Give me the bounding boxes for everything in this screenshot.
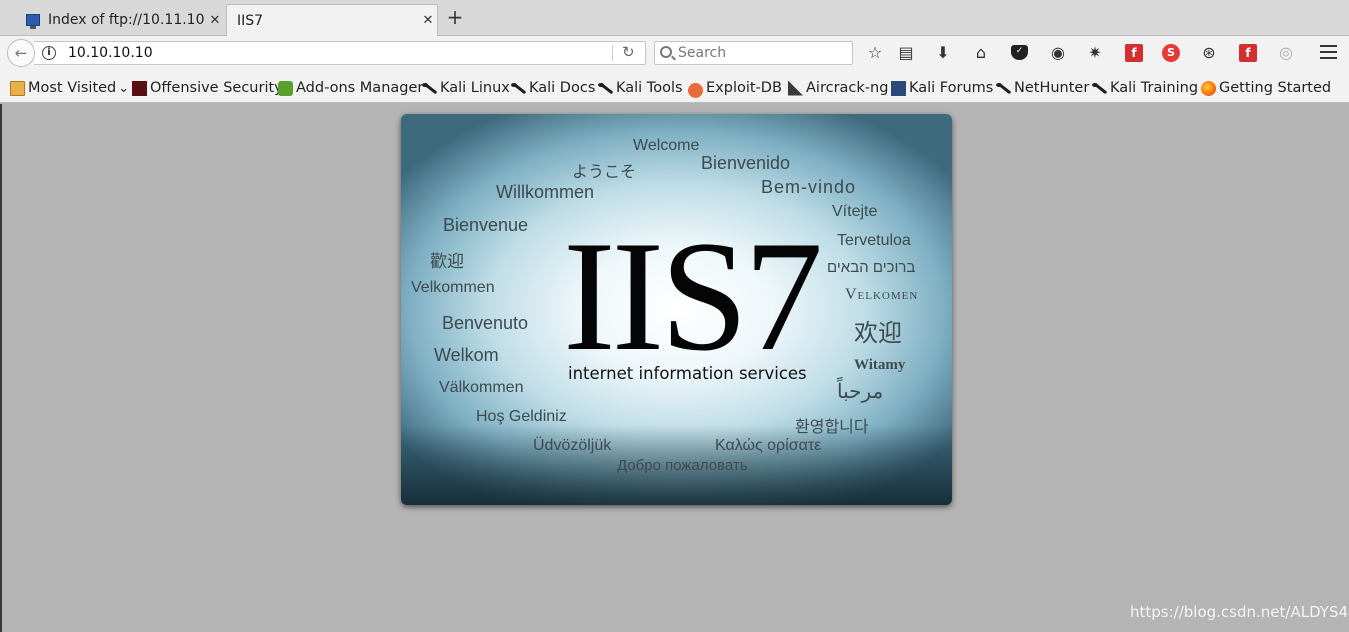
url-text[interactable]: 10.10.10.10 — [68, 45, 153, 61]
bookmark-label: Kali Forums — [909, 80, 994, 96]
close-icon[interactable]: ✕ — [419, 13, 437, 28]
bookmark-label: Add-ons Manager — [296, 80, 424, 96]
tab-label: IIS7 — [237, 12, 264, 29]
flash-icon[interactable]: f — [1125, 44, 1143, 62]
greeting: Willkommen — [496, 182, 595, 202]
bookmark-kali-linux[interactable]: Kali Linux — [422, 78, 510, 98]
pocket-icon[interactable]: ✓ — [1011, 45, 1028, 60]
bookmark-label: Kali Docs — [529, 80, 596, 96]
bookmark-nethunter[interactable]: NetHunter — [996, 78, 1089, 98]
tab-ftp-index[interactable]: Index of ftp://10.11.10... ✕ — [14, 4, 224, 36]
tab-strip: Index of ftp://10.11.10... ✕ IIS7 ✕ + — [0, 0, 1349, 36]
greeting: Bem-vindo — [761, 177, 857, 197]
greeting: Üdvözöljük — [533, 437, 612, 454]
window-edge — [0, 104, 2, 632]
greeting: Vítejte — [832, 203, 878, 220]
bookmark-kali-docs[interactable]: Kali Docs — [511, 78, 595, 98]
bookmark-addons-manager[interactable]: Add-ons Manager — [278, 78, 423, 98]
aircrack-icon — [788, 80, 803, 96]
bookmark-kali-forums[interactable]: Kali Forums — [891, 78, 993, 98]
download-icon[interactable]: ⬇ — [933, 43, 953, 63]
exploit-db-icon — [688, 82, 703, 98]
kali-dragon-icon — [598, 81, 613, 96]
bookmark-label: Aircrack-ng — [806, 80, 889, 96]
back-button[interactable]: ← — [7, 39, 35, 67]
close-icon[interactable]: ✕ — [206, 13, 224, 28]
home-icon[interactable]: ⌂ — [971, 43, 991, 63]
offsec-icon — [132, 80, 147, 96]
puzzle-icon — [278, 80, 293, 96]
bookmark-kali-training[interactable]: Kali Training — [1092, 78, 1198, 98]
bookmarks-toolbar: Most Visited ⌄ Offensive Security Add-on… — [0, 70, 1349, 103]
bookmark-label: Offensive Security — [150, 80, 283, 96]
new-tab-button[interactable]: + — [446, 6, 464, 28]
greeting: Velkommen — [411, 279, 495, 296]
bookmark-label: Kali Linux — [440, 80, 510, 96]
greeting: 歡迎 — [430, 252, 464, 271]
shockwave-icon[interactable]: S — [1162, 44, 1180, 62]
bug-icon[interactable]: ✷ — [1085, 43, 1105, 63]
search-icon — [660, 46, 672, 58]
greeting: Witamy — [854, 357, 906, 373]
bookmark-most-visited[interactable]: Most Visited ⌄ — [10, 78, 129, 98]
bookmark-label: NetHunter — [1014, 80, 1090, 96]
globe-icon[interactable]: ◉ — [1048, 43, 1068, 63]
bookmark-exploit-db[interactable]: Exploit-DB — [688, 78, 782, 98]
bookmark-label: Kali Training — [1110, 80, 1199, 96]
navigation-toolbar: i 10.10.10.10 ↻ ← Search ☆ ▤ ⬇ ⌂ ✓ ◉ ✷ f… — [0, 36, 1349, 70]
reading-list-icon[interactable]: ▤ — [896, 43, 916, 63]
greeting: ようこそ — [572, 164, 637, 181]
bookmark-offensive-security[interactable]: Offensive Security — [132, 78, 283, 98]
bookmark-aircrack-ng[interactable]: Aircrack-ng — [788, 78, 888, 98]
greeting: ברוכים הבאים — [827, 259, 916, 276]
addon-icon[interactable]: ◎ — [1276, 43, 1296, 63]
folder-icon — [10, 80, 25, 96]
greeting: Välkommen — [439, 379, 524, 396]
forums-icon — [891, 80, 906, 96]
tab-label: Index of ftp://10.11.10... — [48, 12, 206, 28]
flash-icon[interactable]: f — [1239, 44, 1257, 62]
firefox-icon — [1201, 80, 1216, 96]
spider-web-icon[interactable]: ⊛ — [1199, 43, 1219, 63]
bookmark-label: Exploit-DB — [706, 80, 782, 96]
bookmark-label: Kali Tools — [616, 80, 683, 96]
greeting: Welcome — [633, 137, 700, 154]
greeting: Benvenuto — [442, 313, 529, 333]
bookmark-kali-tools[interactable]: Kali Tools — [598, 78, 683, 98]
search-placeholder: Search — [678, 45, 727, 61]
greeting: Καλώς ορίσατε — [715, 437, 822, 454]
greeting: Hoş Geldiniz — [476, 408, 567, 425]
search-input[interactable]: Search — [654, 41, 853, 65]
greeting: 欢迎 — [854, 320, 902, 347]
kali-dragon-icon — [996, 81, 1011, 96]
hamburger-menu-icon[interactable] — [1320, 45, 1337, 59]
watermark: https://blog.csdn.net/ALDYS4 — [1130, 603, 1349, 621]
greeting: Bienvenue — [443, 215, 529, 235]
greeting: Tervetuloa — [837, 232, 911, 249]
kali-dragon-icon — [511, 81, 526, 96]
kali-dragon-icon — [1092, 81, 1107, 96]
bookmark-label: Getting Started — [1219, 80, 1332, 96]
iis7-welcome-image: Welcome ようこそ Bienvenido Willkommen Bem-v… — [401, 114, 952, 505]
iis7-logo: IIS7 — [563, 209, 823, 384]
chevron-down-icon: ⌄ — [118, 80, 130, 96]
bookmark-getting-started[interactable]: Getting Started — [1201, 78, 1331, 98]
star-icon[interactable]: ☆ — [865, 43, 885, 63]
greeting: Bienvenido — [701, 153, 791, 173]
iis-subtitle: internet information services — [568, 364, 807, 383]
info-icon[interactable]: i — [42, 46, 56, 60]
tab-iis7[interactable]: IIS7 ✕ — [226, 4, 438, 36]
greeting: Welkom — [434, 345, 499, 365]
url-bar[interactable]: i 10.10.10.10 ↻ — [34, 41, 646, 65]
bookmark-label: Most Visited — [28, 80, 117, 96]
greeting: Velkomen — [845, 286, 919, 303]
kali-dragon-icon — [422, 81, 437, 96]
reload-icon[interactable]: ↻ — [622, 43, 635, 61]
greeting: مرحباً — [837, 381, 884, 403]
greeting: Добро пожаловать — [617, 457, 748, 474]
monitor-icon — [26, 14, 40, 29]
greeting: 환영합니다 — [795, 419, 869, 436]
url-divider — [612, 45, 613, 61]
